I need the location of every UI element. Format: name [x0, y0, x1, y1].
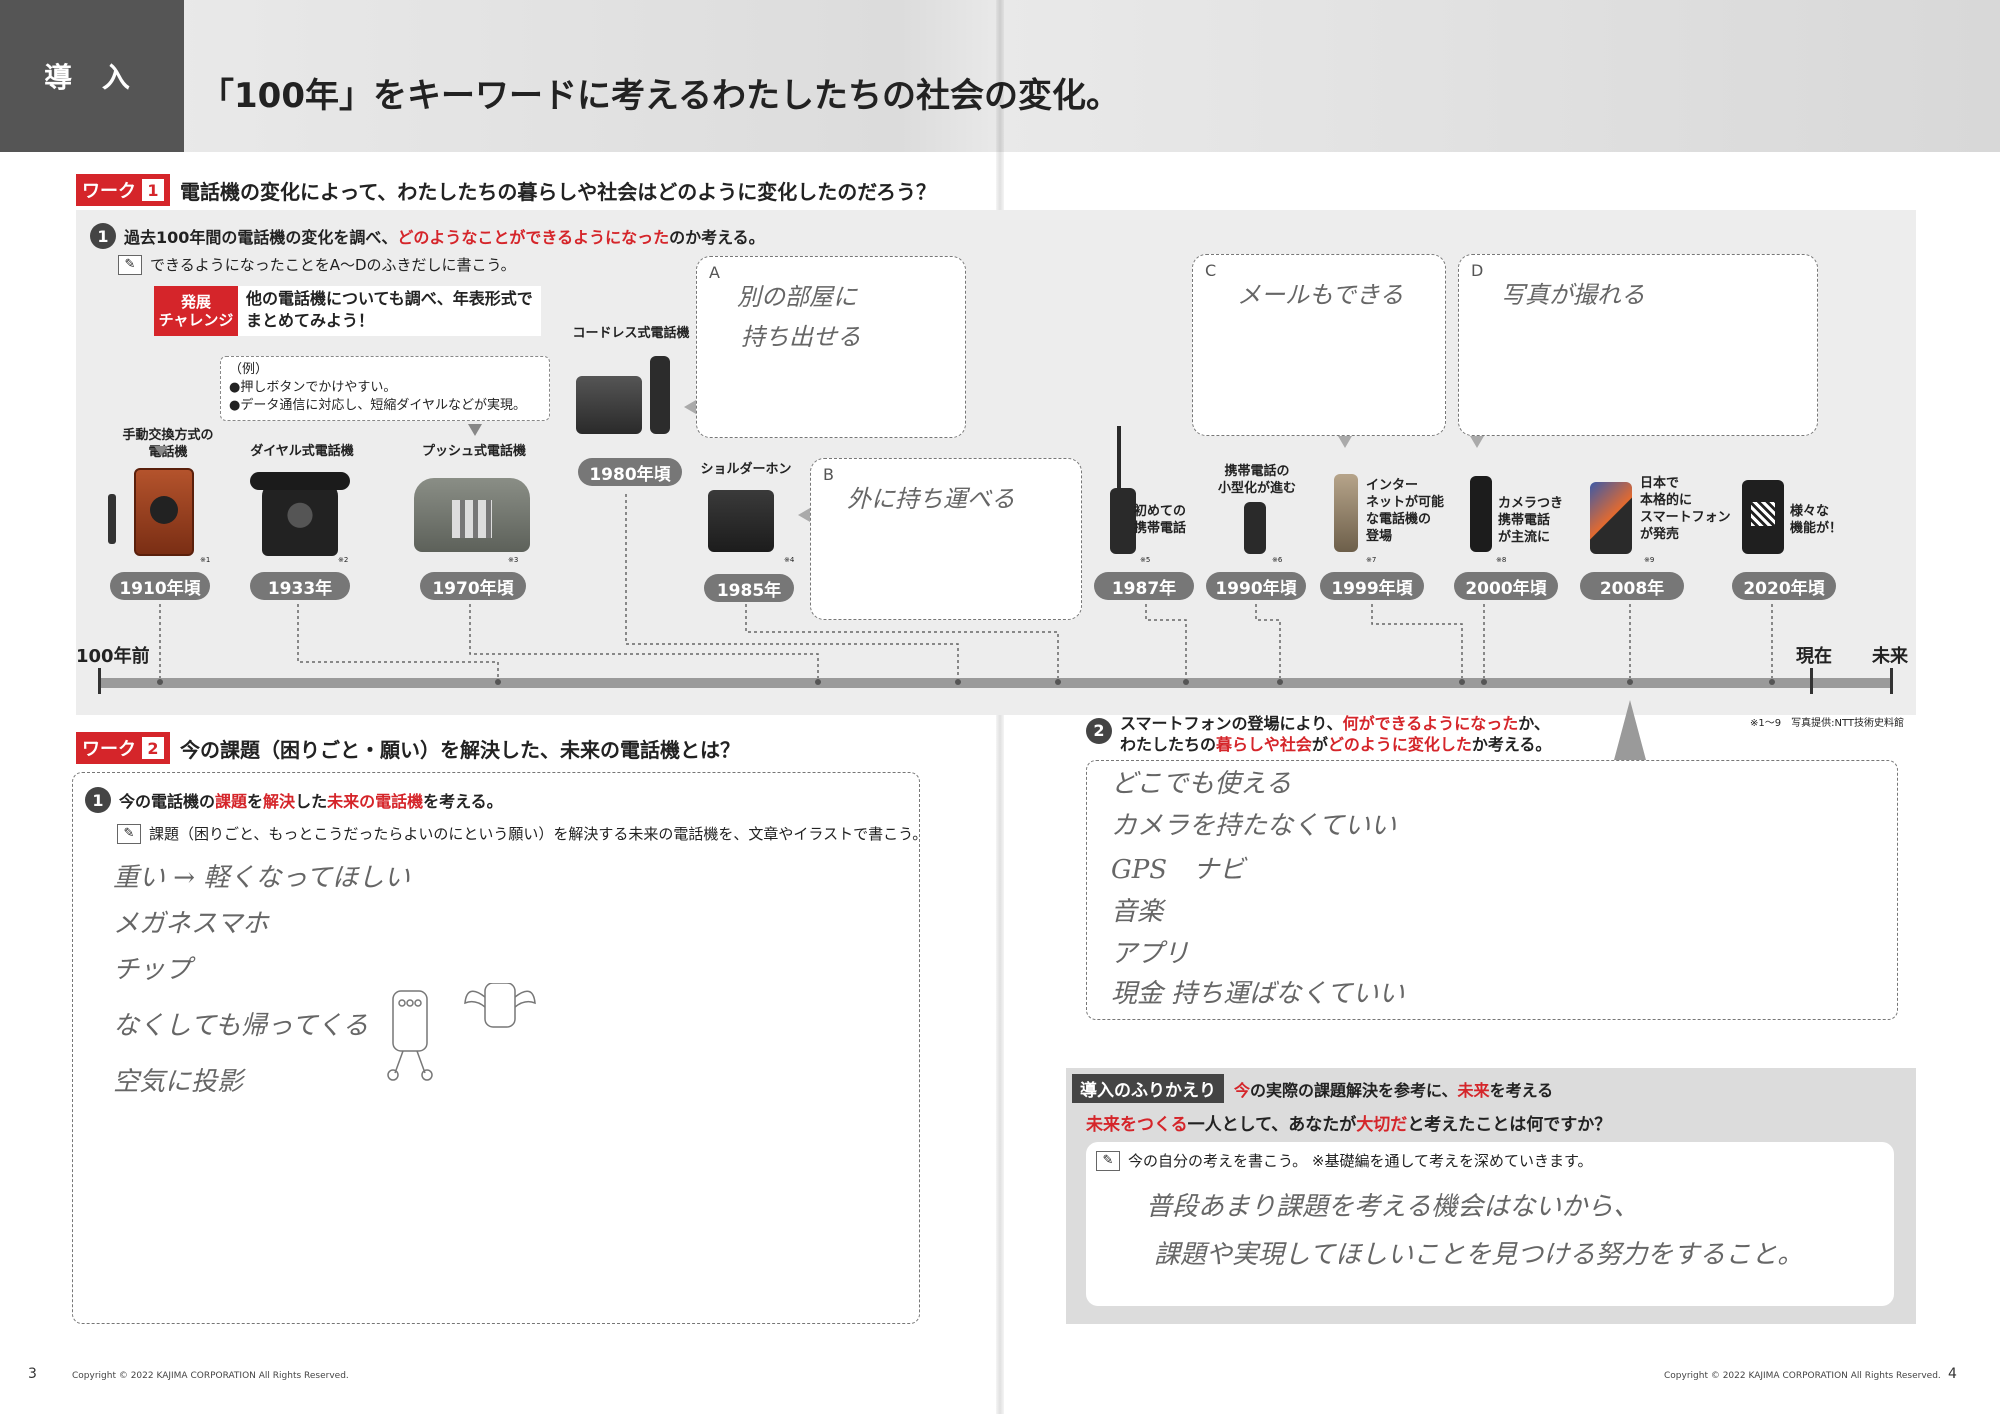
work2-step1-r2: 解決: [263, 792, 296, 811]
step2-l2-a: わたしたちの: [1120, 734, 1217, 754]
copyright-right: Copyright © 2022 KAJIMA CORPORATION All …: [1664, 1371, 1941, 1381]
step2-l1-a: スマートフォンの登場により、: [1120, 714, 1343, 733]
work2-step1: 1 今の電話機の課題を解決した未来の電話機を考える。: [85, 787, 503, 813]
reflection-sub-b: の実際の課題解決を参考に、: [1250, 1080, 1458, 1100]
pencil-icon: ✎: [117, 823, 141, 844]
work2-step-number: 1: [85, 787, 111, 813]
work2-answer-4: なくしても帰ってくる: [113, 1011, 369, 1041]
reflection-question: 未来をつくる一人として、あなたが大切だと考えたことは何ですか？: [1086, 1110, 1611, 1135]
work2-answer-1: 重い → 軽くなってほしい: [113, 863, 411, 893]
reflection-sub-red: 未来: [1457, 1080, 1490, 1100]
step2-answer-2: カメラを持たなくていい: [1111, 811, 1397, 841]
step2-answer-6: 現金 持ち運ばなくていい: [1111, 979, 1405, 1009]
page-number-right: 4: [1948, 1366, 1957, 1382]
step2-l2-red2: どのように変化した: [1327, 734, 1472, 754]
step2-number: 2: [1086, 718, 1112, 744]
reflection-instruction-text: 今の自分の考えを書こう。 ※基礎編を通して考えを深めていきます。: [1128, 1152, 1593, 1170]
reflection-sub-a: 今: [1234, 1080, 1251, 1100]
reflection-sub-c: を考える: [1489, 1080, 1554, 1100]
work2-badge-number: 2: [142, 737, 164, 759]
reflection-q-red1: 未来をつくる: [1086, 1115, 1188, 1135]
axis-tick-now: [1810, 668, 1813, 694]
work2-answer-box[interactable]: 1 今の電話機の課題を解決した未来の電話機を考える。 ✎ 課題（困りごと、もっと…: [72, 772, 927, 1324]
smartphone-arrow: [1614, 700, 1646, 760]
connector-1999: [1371, 604, 1463, 682]
step2-l1-b: か、: [1518, 714, 1550, 733]
work2-answer-3: チップ: [113, 955, 192, 985]
axis-now-label: 現在: [1796, 646, 1832, 667]
work2-badge: ワーク 2: [76, 732, 170, 764]
reflection-title: 導入のふりかえり: [1072, 1074, 1224, 1103]
work1-step2: 2 スマートフォンの登場により、何ができるようになったか、 わたしたちの暮らしや…: [1086, 714, 1551, 756]
step2-answer-3: GPS ナビ: [1111, 855, 1246, 885]
work2-step1-t4: を考える。: [423, 792, 503, 811]
axis-start-label: 100年前: [76, 646, 150, 667]
step2-l2-red1: 暮らしや社会: [1216, 734, 1312, 754]
photo-credit: ※1〜9 写真提供:NTT技術史料館: [1750, 718, 1904, 729]
step2-answer-1: どこでも使える: [1111, 769, 1292, 799]
reflection-answer-2: 課題や実現してほしいことを見つける努力をすること。: [1154, 1240, 1804, 1270]
connector-1933: [297, 604, 499, 682]
step2-l2-b: が: [1311, 734, 1328, 754]
work2-instruction: ✎ 課題（困りごと、もっとこうだったらよいのにという願い）を解決する未来の電話機…: [117, 823, 927, 844]
page-number-left: 3: [28, 1366, 37, 1382]
connector-1970: [469, 604, 819, 682]
step2-l1-red: 何ができるようになった: [1342, 714, 1519, 733]
reflection-subtitle: 今の実際の課題解決を参考に、未来を考える: [1234, 1077, 1553, 1101]
reflection-q-red2: 大切だ: [1356, 1115, 1408, 1135]
work2-heading: ワーク 2 今の課題（困りごと・願い）を解決した、未来の電話機とは？: [76, 732, 740, 764]
reflection-heading: 導入のふりかえり 今の実際の課題解決を参考に、未来を考える: [1072, 1074, 1553, 1103]
connector-1985: [745, 604, 1059, 682]
axis-future-label: 未来: [1872, 646, 1908, 667]
axis-tick-start: [98, 668, 101, 694]
work2-step1-t3: した: [295, 792, 328, 811]
work2-step1-t1: 今の電話機の: [119, 792, 216, 811]
reflection-answer-1: 普段あまり課題を考える機会はないから、: [1146, 1192, 1640, 1222]
connector-1990: [1255, 604, 1281, 682]
work2-step1-r1: 課題: [215, 792, 248, 811]
reflection-instruction: ✎ 今の自分の考えを書こう。 ※基礎編を通して考えを深めていきます。: [1096, 1150, 1593, 1171]
axis-tick-future: [1890, 668, 1893, 694]
reflection-q-a: 一人として、あなたが: [1187, 1115, 1357, 1135]
work2-step1-t2: を: [247, 792, 264, 811]
connector-1987: [1145, 604, 1187, 682]
work2-step1-r3: 未来の電話機: [327, 792, 424, 811]
work2-badge-label: ワーク: [82, 739, 136, 760]
reflection-q-b: と考えたことは何ですか？: [1407, 1115, 1612, 1135]
work2-instruction-text: 課題（困りごと、もっとこうだったらよいのにという願い）を解決する未来の電話機を、…: [149, 825, 928, 843]
step2-answer-box[interactable]: どこでも使える カメラを持たなくていい GPS ナビ 音楽 アプリ 現金 持ち運…: [1086, 760, 1898, 1020]
step2-l2-c: か考える。: [1471, 734, 1552, 754]
pencil-icon: ✎: [1096, 1150, 1120, 1171]
step2-answer-4: 音楽: [1111, 897, 1164, 927]
step2-answer-5: アプリ: [1111, 939, 1190, 969]
work2-answer-2: メガネスマホ: [113, 909, 269, 939]
copyright-left: Copyright © 2022 KAJIMA CORPORATION All …: [72, 1371, 349, 1381]
work2-answer-5: 空気に投影: [113, 1067, 244, 1097]
work2-question: 今の課題（困りごと・願い）を解決した、未来の電話機とは？: [180, 737, 740, 762]
timeline-axis: [100, 678, 1892, 688]
future-phone-sketch: [387, 983, 536, 1081]
reflection-answer-box[interactable]: ✎ 今の自分の考えを書こう。 ※基礎編を通して考えを深めていきます。 普段あまり…: [1086, 1142, 1894, 1306]
